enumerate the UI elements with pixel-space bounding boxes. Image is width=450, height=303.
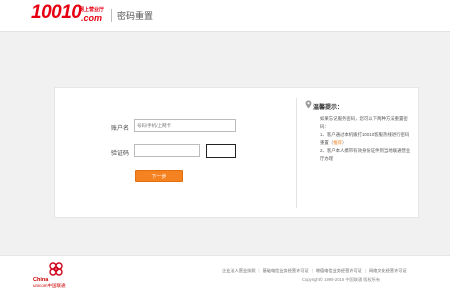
captcha-input[interactable] xyxy=(134,144,200,157)
location-pin-icon xyxy=(305,100,312,109)
footer-links: 企业法人营业执照 | 基础电信业务经营许可证 | 增值电信业务经营许可证 | 网络文化经营许… xyxy=(222,268,407,273)
account-label: 账户名 xyxy=(111,126,130,132)
logo-tagline: 网上营业厅 xyxy=(79,7,105,13)
tips-content: 如果忘记服务密码，您可以下两种方法重置密码： 1、客户通过本机拨打10010客服… xyxy=(320,115,412,163)
china-unicom-logo: China unicom中国联通 xyxy=(33,261,83,289)
page-footer: China unicom中国联通 企业法人营业执照 | 基础电信业务经营许可证 | 增值… xyxy=(0,255,450,303)
unicom-knot-icon xyxy=(49,262,63,276)
footer-copyright: Copyright© 1999-2016 中国联通 版权所有 xyxy=(302,277,381,282)
footer-brand-unicom: unicom中国联通 xyxy=(33,283,66,288)
page-title: 密码重置 xyxy=(117,11,154,21)
card-divider xyxy=(296,98,297,208)
footer-link-network-culture[interactable]: 网络文化经营许可证 xyxy=(369,268,407,273)
tips-title: 温馨提示： xyxy=(313,105,344,111)
captcha-image[interactable] xyxy=(206,144,236,158)
tips-recommend-link[interactable]: 推荐 xyxy=(333,140,342,145)
password-reset-card: 账户名 验证码 下一步 温馨提示： 如果忘记服务密码，您可以下两种方法重置密码：… xyxy=(54,87,419,218)
logo-domain: .com xyxy=(81,13,103,23)
footer-link-basic-telecom[interactable]: 基础电信业务经营许可证 xyxy=(263,268,309,273)
account-input[interactable] xyxy=(134,119,236,132)
footer-link-value-added-telecom[interactable]: 增值电信业务经营许可证 xyxy=(316,268,362,273)
tips-item-1: 1、客户通过本机拨打10010客服热线进行密码重置（推荐） xyxy=(320,131,412,147)
page-header: 10010 网上营业厅 .com 密码重置 xyxy=(0,0,450,32)
footer-link-business-license[interactable]: 企业法人营业执照 xyxy=(222,268,256,273)
captcha-label: 验证码 xyxy=(111,151,130,157)
tips-intro: 如果忘记服务密码，您可以下两种方法重置密码： xyxy=(320,116,408,129)
header-divider xyxy=(111,9,112,22)
unicom-10010-logo[interactable]: 10010 网上营业厅 .com xyxy=(31,2,107,26)
tips-item-1-suffix: ） xyxy=(341,140,347,145)
logo-number: 10010 xyxy=(31,2,82,23)
tips-item-2: 2、客户本人携带有效身份证件到当地联通营业厅办理 xyxy=(320,148,411,161)
next-button[interactable]: 下一步 xyxy=(135,170,183,182)
